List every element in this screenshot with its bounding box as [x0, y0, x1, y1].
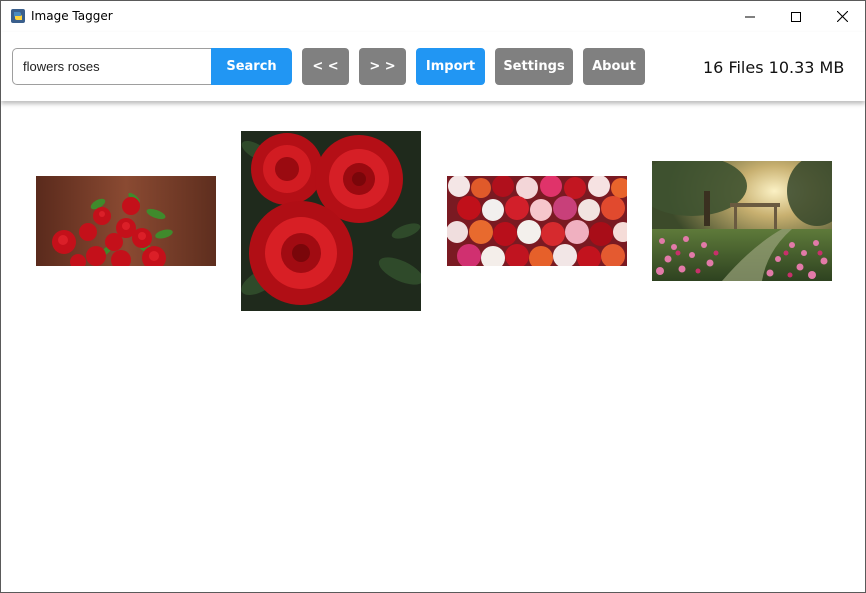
toolbar: Search < < > > Import Settings About 16 … [1, 32, 865, 101]
next-page-button[interactable]: > > [359, 48, 406, 85]
thumbnail-red-roses-closeup[interactable] [241, 131, 421, 311]
python-icon [11, 9, 25, 23]
close-icon [836, 11, 848, 22]
thumbnail-red-rose-bouquet[interactable] [36, 176, 216, 266]
maximize-button[interactable] [773, 1, 819, 32]
minimize-icon [745, 16, 755, 17]
settings-button[interactable]: Settings [495, 48, 573, 85]
search-input[interactable] [12, 48, 212, 85]
previous-page-button[interactable]: < < [302, 48, 349, 85]
thumbnail-mixed-roses[interactable] [447, 176, 627, 266]
minimize-button[interactable] [727, 1, 773, 32]
window-title: Image Tagger [31, 9, 113, 23]
file-stats: 16 Files 10.33 MB [703, 58, 845, 77]
thumbnail-rose-garden[interactable] [652, 161, 832, 281]
app-window: Image Tagger Search < < > > Import Setti… [0, 0, 866, 593]
import-button[interactable]: Import [416, 48, 485, 85]
maximize-icon [791, 11, 801, 22]
search-button[interactable]: Search [211, 48, 292, 85]
title-bar[interactable]: Image Tagger [1, 1, 865, 32]
close-button[interactable] [819, 1, 865, 32]
about-button[interactable]: About [583, 48, 645, 85]
